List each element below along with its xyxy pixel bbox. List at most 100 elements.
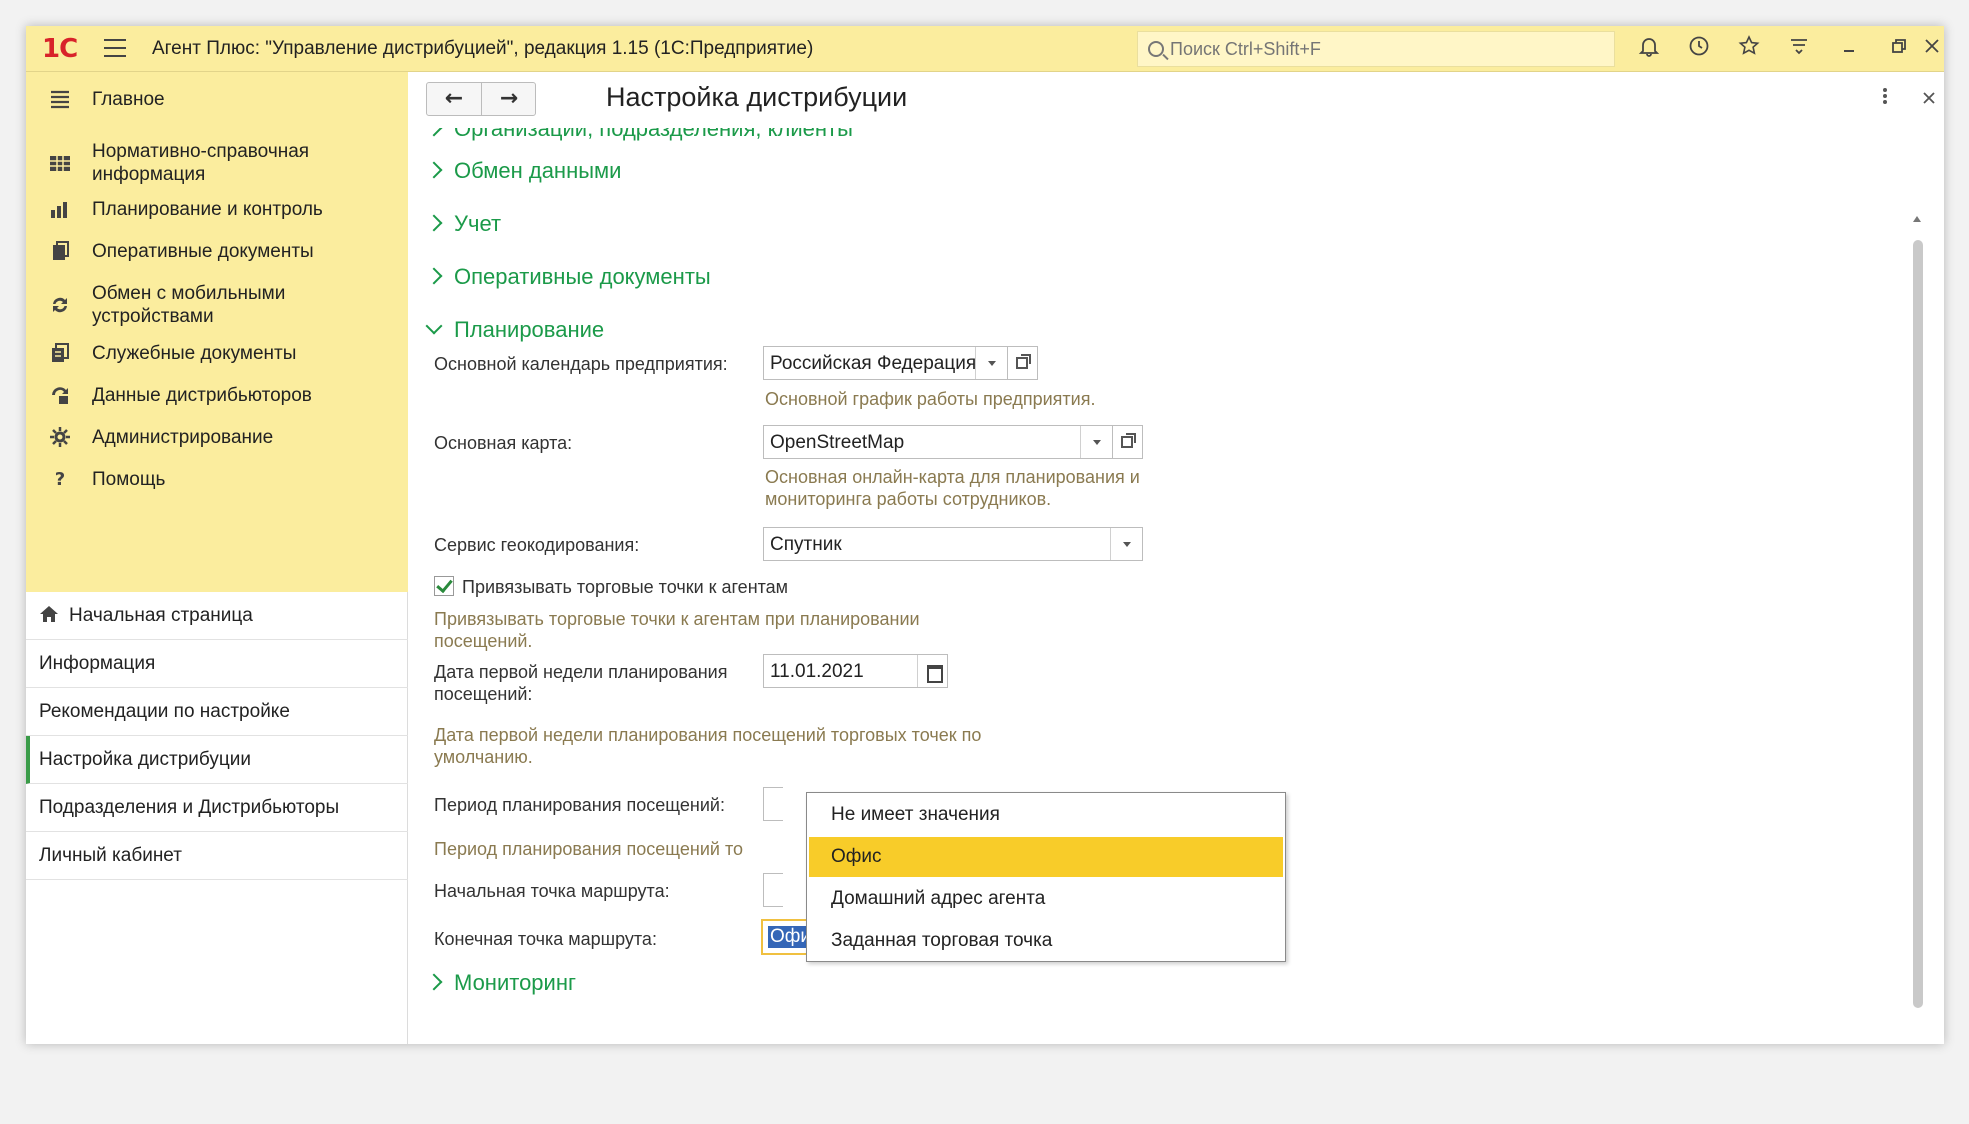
open-map-icon[interactable] — [1113, 425, 1143, 459]
group-monitoring[interactable]: Мониторинг — [425, 970, 576, 996]
dropdown-arrow-icon[interactable] — [1080, 426, 1112, 458]
open-calendar-icon[interactable] — [1008, 346, 1038, 380]
search-input[interactable] — [1170, 36, 1600, 62]
section-label: Нормативно-справочная информация — [92, 141, 310, 185]
calendar-hint: Основной график работы предприятия. — [765, 389, 1096, 409]
first-week-hint: Дата первой недели планирования посещени… — [434, 725, 982, 767]
dropdown-arrow-icon[interactable] — [1110, 528, 1142, 560]
group-operative-docs[interactable]: Оперативные документы — [425, 264, 711, 290]
scroll-thumb[interactable] — [1913, 240, 1923, 1008]
geocoding-field[interactable]: Спутник — [763, 527, 1143, 561]
first-week-label: Дата первой недели планирования посещени… — [434, 662, 728, 704]
calendar-field[interactable]: Российская Федерация — [763, 346, 1008, 380]
chevron-right-icon — [425, 267, 443, 285]
nav-distribution-settings[interactable]: Настройка дистрибуции — [26, 736, 408, 784]
nav-divisions-distributors[interactable]: Подразделения и Дистрибьюторы — [26, 784, 408, 832]
map-field[interactable]: OpenStreetMap — [763, 425, 1113, 459]
geocoding-value: Спутник — [770, 534, 842, 555]
group-label: Обмен данными — [454, 158, 622, 183]
minimize-icon[interactable] — [1834, 34, 1864, 64]
group-label: Планирование — [454, 317, 605, 342]
forward-arrow-icon[interactable]: → — [482, 83, 536, 115]
calendar-icon[interactable] — [917, 655, 947, 687]
dropdown-arrow-icon[interactable] — [975, 347, 1007, 379]
map-hint: Основная онлайн-карта для планирования и… — [765, 467, 1140, 509]
chevron-right-icon — [425, 973, 443, 991]
section-label: Оперативные документы — [92, 241, 314, 262]
group-accounting[interactable]: Учет — [425, 211, 501, 237]
content-area: ← → Настройка дистрибуции Организации, п… — [408, 72, 1944, 1044]
map-label: Основная карта: — [434, 433, 573, 453]
calendar-value: Российская Федерация — [770, 353, 977, 374]
menu-lines-icon — [48, 88, 72, 112]
restore-icon[interactable] — [1884, 34, 1914, 64]
section-label: Помощь — [92, 469, 166, 490]
sync-icon — [48, 294, 72, 318]
end-point-dropdown-list: Не имеет значения Офис Домашний адрес аг… — [806, 792, 1286, 962]
service-documents-icon — [48, 342, 72, 366]
map-value: OpenStreetMap — [770, 432, 905, 453]
search-box[interactable] — [1137, 31, 1615, 67]
nav-label: Информация — [39, 653, 156, 674]
end-point-label: Конечная точка маршрута: — [434, 929, 657, 949]
dropdown-option-selected[interactable]: Офис — [809, 837, 1283, 877]
section-label: Обмен с мобильными устройствами — [92, 283, 286, 327]
nav-label: Настройка дистрибуции — [39, 749, 251, 770]
group-organizations[interactable]: Организации, подразделения, клиенты — [428, 128, 853, 142]
dropdown-option[interactable]: Заданная торговая точка — [809, 921, 1283, 961]
question-icon: ? — [54, 469, 66, 490]
geocoding-label: Сервис геокодирования: — [434, 535, 640, 555]
vertical-scrollbar[interactable] — [1908, 128, 1928, 1044]
close-icon[interactable] — [1925, 34, 1944, 64]
section-label: Администрирование — [92, 427, 274, 448]
logo-1c: 1С — [42, 34, 78, 64]
group-planning[interactable]: Планирование — [425, 317, 605, 343]
chevron-right-icon — [425, 214, 443, 232]
sidebar: Главное Нормативно-справочная информация… — [26, 72, 408, 1044]
chevron-right-icon — [428, 128, 443, 137]
history-icon[interactable] — [1684, 34, 1714, 64]
group-label: Оперативные документы — [454, 264, 711, 289]
scroll-up-icon[interactable] — [1913, 216, 1921, 222]
app-window: 1С Агент Плюс: "Управление дистрибуцией"… — [26, 26, 1944, 1044]
nav-personal-account[interactable]: Личный кабинет — [26, 832, 408, 880]
home-icon — [39, 595, 59, 622]
nav-information[interactable]: Информация — [26, 640, 408, 688]
dropdown-option[interactable]: Домашний адрес агента — [809, 879, 1283, 919]
nav-recommendations[interactable]: Рекомендации по настройке — [26, 688, 408, 736]
section-label: Служебные документы — [92, 343, 297, 364]
screenshot-frame: 1С Агент Плюс: "Управление дистрибуцией"… — [0, 0, 1969, 1124]
favorites-star-icon[interactable] — [1734, 34, 1764, 64]
main-menu-icon[interactable] — [104, 39, 126, 59]
more-actions-icon[interactable] — [1882, 86, 1888, 112]
nav-label: Подразделения и Дистрибьюторы — [39, 797, 340, 818]
bar-chart-icon — [48, 198, 72, 222]
page-title: Настройка дистрибуции — [606, 82, 908, 112]
history-nav: ← → — [426, 82, 536, 116]
documents-icon — [48, 240, 72, 264]
funnel-menu-icon[interactable] — [1784, 34, 1814, 64]
gear-icon — [48, 426, 72, 450]
period-label: Период планирования посещений: — [434, 795, 725, 815]
chevron-right-icon — [425, 161, 443, 179]
back-arrow-icon[interactable]: ← — [427, 83, 481, 115]
close-form-icon[interactable] — [1922, 86, 1936, 111]
nav-label: Начальная страница — [69, 605, 253, 626]
bell-icon[interactable] — [1634, 34, 1664, 64]
bind-outlets-checkbox[interactable] — [434, 576, 454, 596]
first-week-date-field[interactable]: 11.01.2021 — [763, 654, 948, 688]
bind-outlets-label[interactable]: Привязывать торговые точки к агентам — [462, 576, 788, 598]
start-point-field[interactable] — [763, 873, 783, 907]
section-label: Главное — [92, 89, 165, 110]
first-week-value: 11.01.2021 — [770, 661, 864, 682]
chevron-down-icon — [425, 317, 443, 335]
period-field[interactable] — [763, 787, 783, 821]
sections-panel: Главное Нормативно-справочная информация… — [26, 72, 408, 592]
dropdown-option[interactable]: Не имеет значения — [809, 795, 1283, 835]
nav-label: Рекомендации по настройке — [39, 701, 290, 722]
group-data-exchange[interactable]: Обмен данными — [425, 158, 622, 184]
table-icon — [48, 152, 72, 176]
calendar-label: Основной календарь предприятия: — [434, 354, 728, 374]
bind-outlets-hint: Привязывать торговые точки к агентам при… — [434, 609, 920, 651]
nav-home[interactable]: Начальная страница — [26, 592, 408, 640]
